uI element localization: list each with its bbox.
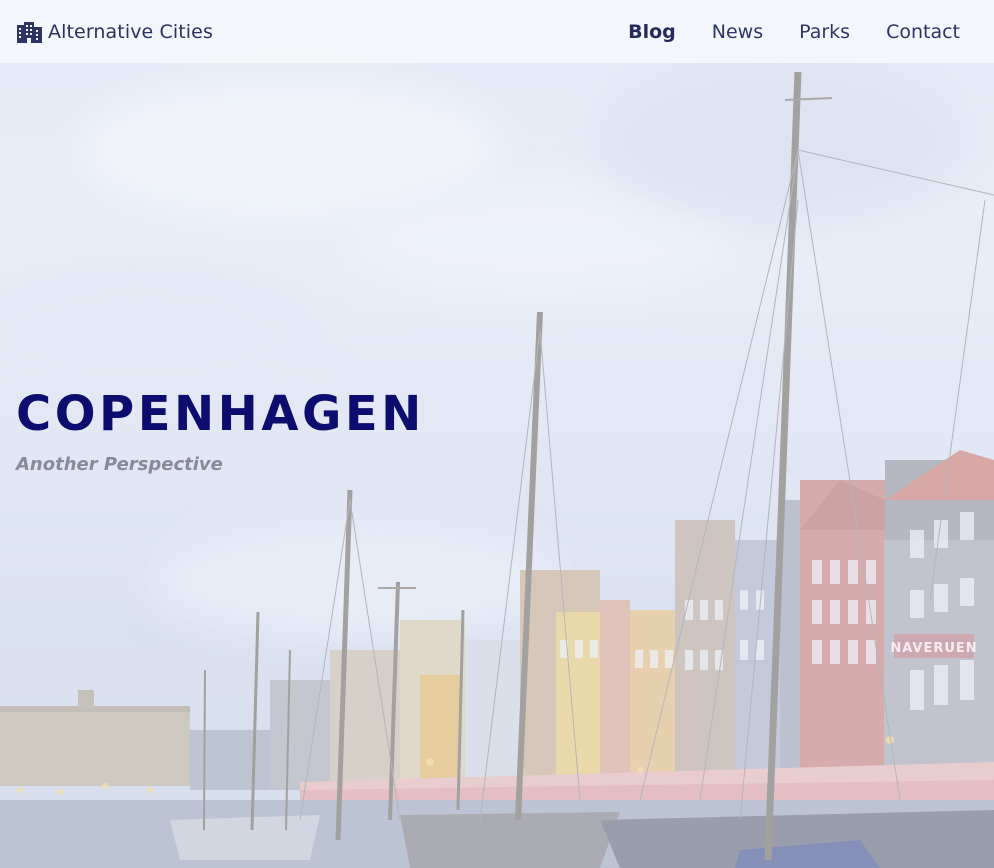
building-icon bbox=[16, 21, 43, 43]
top-navbar: Alternative Cities Blog News Parks Conta… bbox=[0, 0, 994, 63]
nav-link-contact[interactable]: Contact bbox=[886, 21, 960, 43]
brand-link[interactable]: Alternative Cities bbox=[16, 21, 213, 43]
nav-link-blog[interactable]: Blog bbox=[628, 21, 676, 43]
nav-link-parks[interactable]: Parks bbox=[799, 21, 850, 43]
nav-link-news[interactable]: News bbox=[712, 21, 763, 43]
hero-title: COPENHAGEN bbox=[16, 386, 425, 442]
brand-name: Alternative Cities bbox=[48, 20, 213, 43]
hero-subtitle: Another Perspective bbox=[16, 454, 223, 475]
main-nav: Blog News Parks Contact bbox=[628, 21, 960, 43]
